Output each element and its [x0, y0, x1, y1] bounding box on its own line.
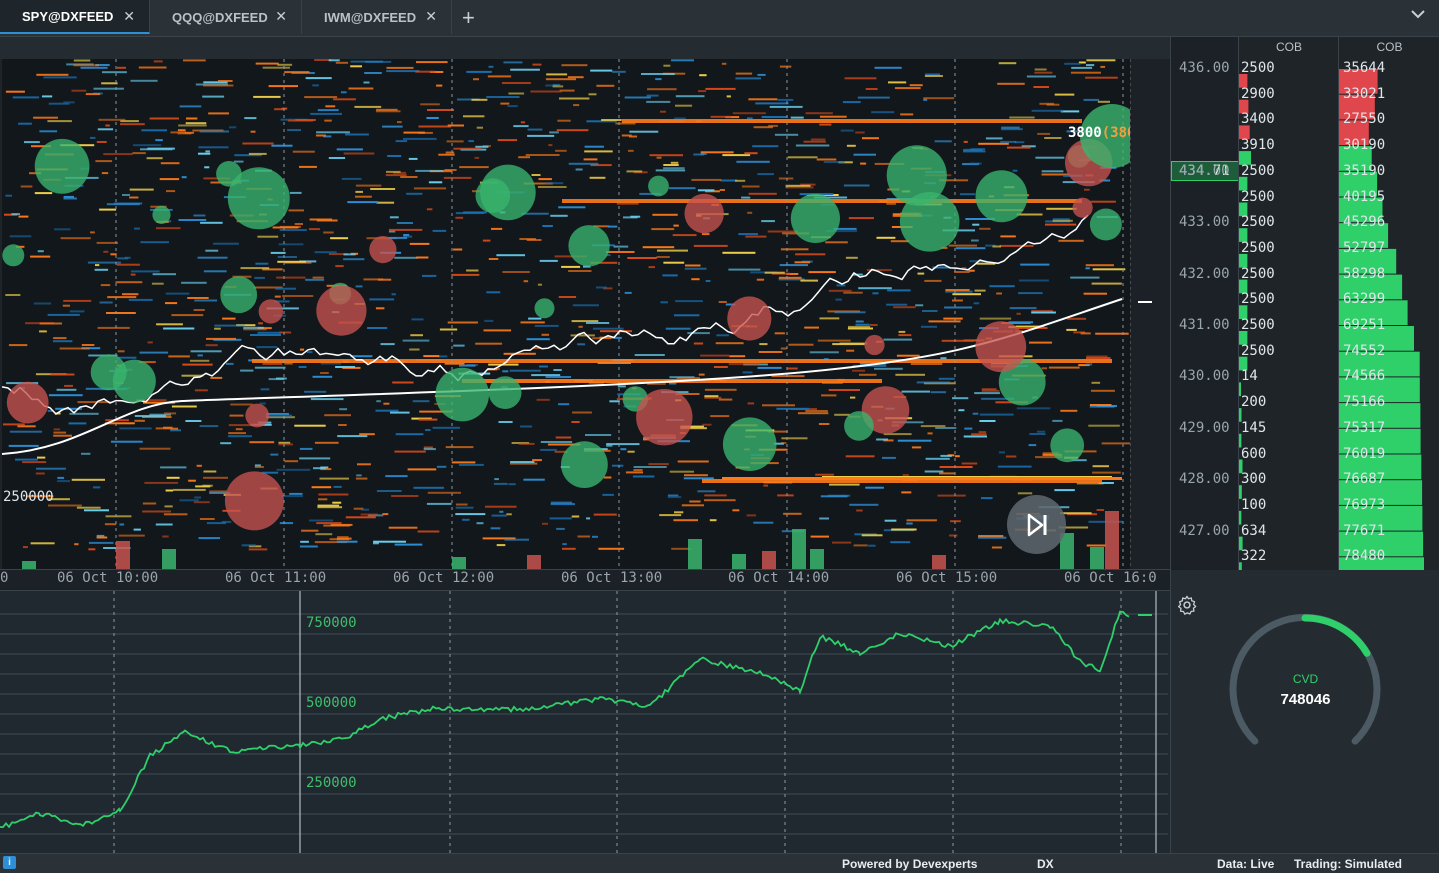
cob-size-value: 3400 [1241, 111, 1275, 128]
tab-spy[interactable]: SPY@DXFEED ✕ [0, 0, 150, 34]
cob-size-value: 3910 [1241, 137, 1275, 154]
close-icon[interactable]: ✕ [425, 8, 437, 25]
tab-label: SPY@DXFEED [22, 8, 114, 24]
cob-column-orders: COB 2500 2900 3400 3910 2500 2500 2500 2500 2500… [1238, 37, 1339, 570]
cob-cumulative-value: 45296 [1343, 214, 1386, 231]
skip-forward-icon [1027, 513, 1046, 536]
price-label: 427.00 [1179, 523, 1230, 539]
close-icon[interactable]: ✕ [275, 8, 287, 25]
cob-size-value: 14 [1241, 368, 1258, 385]
cob-cumulative-value: 58298 [1343, 265, 1386, 282]
cvd-line-canvas [0, 591, 1168, 854]
cob-cumulative-value: 77671 [1343, 522, 1386, 539]
time-label: 06 Oct 16:0 [1064, 570, 1157, 586]
cob-size-value: 145 [1241, 419, 1267, 436]
cob-size-value: 2500 [1241, 342, 1275, 359]
cob-size-value: 2900 [1241, 85, 1275, 102]
trade-size-paren: (3800) [1101, 125, 1130, 141]
cob-cumulative-value: 33021 [1343, 85, 1386, 102]
time-axis[interactable]: 0 06 Oct 10:00 06 Oct 11:00 06 Oct 12:00… [0, 569, 1170, 590]
cob-cumulative-value: 75317 [1343, 419, 1386, 436]
cob-size-value: 2500 [1241, 239, 1275, 256]
price-label: 431.00 [1179, 317, 1230, 333]
cob-size-value: 200 [1241, 394, 1267, 411]
cob-size-value: 2500 [1241, 188, 1275, 205]
time-label: 06 Oct 14:00 [728, 570, 830, 586]
heatmap-chart[interactable]: 250000 3800(3800) [2, 59, 1130, 569]
price-axis[interactable]: 436.00 434.71 434.00 433.00 432.00 431.0… [1170, 37, 1239, 570]
cob-size-value: 2500 [1241, 60, 1275, 76]
cvd-gauge-widget: CVD 748046 [1170, 570, 1439, 853]
cob-cumulative-value: 76019 [1343, 445, 1386, 462]
price-label: 432.00 [1179, 266, 1230, 282]
cvd-gauge [1229, 613, 1381, 745]
volume-axis-label: 250000 [3, 489, 54, 505]
cvd-value: 748046 [1280, 691, 1331, 708]
tab-qqq[interactable]: QQQ@DXFEED ✕ [150, 0, 302, 34]
cob-cumulative-value: 35190 [1343, 162, 1386, 179]
price-label: 430.00 [1179, 368, 1230, 384]
cob-cumulative-value: 69251 [1343, 317, 1386, 333]
tab-label: IWM@DXFEED [324, 9, 417, 25]
cob-cumulative-value: 40195 [1343, 188, 1386, 205]
price-label: 436.00 [1179, 60, 1230, 76]
cob-cumulative-value: 74566 [1343, 368, 1386, 385]
powered-by-text: Powered by Devexperts [842, 857, 978, 871]
cob-cumulative-value: 76687 [1343, 471, 1386, 488]
cvd-line-chart[interactable]: 750000 500000 250000 [0, 590, 1170, 854]
cob-cumulative-value: 30190 [1343, 137, 1386, 154]
price-label: 434.00 [1179, 163, 1230, 179]
close-icon[interactable]: ✕ [123, 8, 135, 25]
cob-cumulative-value: 35644 [1343, 60, 1386, 76]
plus-icon[interactable]: + [462, 5, 475, 31]
time-label: 06 Oct 12:00 [393, 570, 495, 586]
cvd-axis-label: 250000 [306, 775, 357, 791]
time-label: 06 Oct 10:00 [57, 570, 159, 586]
price-label: 433.00 [1179, 214, 1230, 230]
cob-cumulative-value: 27550 [1343, 111, 1386, 128]
cob-cumulative-value: 63299 [1343, 291, 1386, 308]
data-status: Data: Live [1217, 857, 1275, 871]
cob-size-value: 300 [1241, 471, 1267, 488]
dx-text: DX [1037, 857, 1054, 871]
cob-cumulative-value: 74552 [1343, 342, 1386, 359]
cob-cumulative-value: 76973 [1343, 496, 1386, 513]
cob-size-value: 100 [1241, 496, 1267, 513]
price-label: 428.00 [1179, 471, 1230, 487]
cob-cumulative-value: 75166 [1343, 394, 1386, 411]
chart-right-margin [1129, 59, 1170, 569]
tab-label: QQQ@DXFEED [172, 9, 268, 25]
cob-size-value: 2500 [1241, 265, 1275, 282]
tab-bar: SPY@DXFEED ✕ QQQ@DXFEED ✕ IWM@DXFEED ✕ + [0, 0, 1439, 37]
cob-cumulative-value: 52797 [1343, 239, 1386, 256]
chart-header-strip [0, 37, 1170, 59]
cvd-axis-label: 500000 [306, 695, 357, 711]
cob-column-cumulative: COB 35644 33021 27550 30190 35190 40195 45296 5… [1338, 37, 1439, 570]
cob-size-value: 2500 [1241, 291, 1275, 308]
trade-size-label: 3800(3800) [1068, 125, 1130, 141]
time-label: 06 Oct 13:00 [561, 570, 663, 586]
cob-cumulative-value: 78480 [1343, 548, 1386, 565]
price-label: 429.00 [1179, 420, 1230, 436]
cvd-axis-label: 750000 [306, 615, 357, 631]
heatmap-canvas [2, 59, 1130, 569]
cob-size-value: 322 [1241, 548, 1267, 565]
cob-size-value: 2500 [1241, 214, 1275, 231]
cob-size-value: 2500 [1241, 317, 1275, 333]
trade-size: 3800 [1068, 125, 1102, 141]
cob-size-value: 600 [1241, 445, 1267, 462]
cob-size-value: 634 [1241, 522, 1267, 539]
trading-status: Trading: Simulated [1294, 857, 1403, 871]
info-icon[interactable]: i [3, 856, 16, 869]
time-label: 06 Oct 11:00 [225, 570, 327, 586]
cvd-label: CVD [1292, 672, 1319, 686]
time-label: 06 Oct 15:00 [896, 570, 998, 586]
chevron-down-icon[interactable] [1410, 6, 1426, 23]
cob-size-value: 2500 [1241, 162, 1275, 179]
time-label: 0 [0, 570, 9, 586]
status-bar: i Powered by Devexperts DX Data: Live Tr… [0, 853, 1439, 873]
tab-iwm[interactable]: IWM@DXFEED ✕ [302, 0, 452, 34]
skip-to-live-button[interactable] [1007, 495, 1066, 554]
